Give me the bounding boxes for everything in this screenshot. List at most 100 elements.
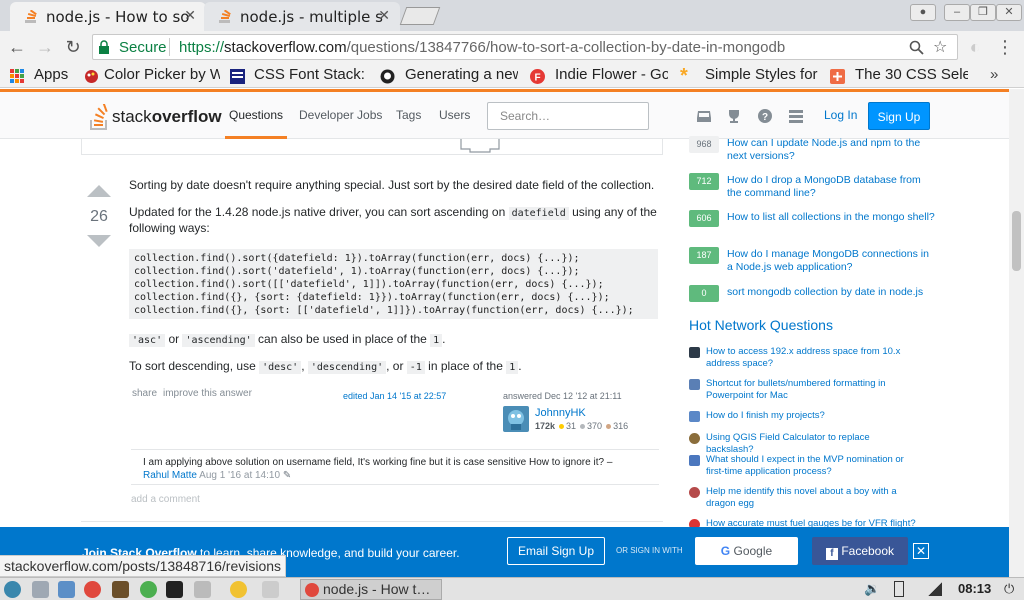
avatar[interactable] xyxy=(503,406,529,432)
maximize-window-icon[interactable]: ❐ xyxy=(970,4,996,21)
silver-badge-icon xyxy=(580,424,586,429)
google-signin-button[interactable]: G Google xyxy=(695,537,798,565)
comment-divider xyxy=(131,449,659,450)
app-launcher-icon[interactable] xyxy=(140,581,157,598)
back-arrow-icon[interactable]: ← xyxy=(6,36,28,58)
comment-divider xyxy=(131,484,659,485)
login-link[interactable]: Log In xyxy=(824,108,857,122)
nav-questions[interactable]: Questions xyxy=(225,92,288,139)
zoom-icon[interactable] xyxy=(909,40,925,56)
window-icon[interactable] xyxy=(194,581,211,598)
bookmark-apps[interactable]: Apps xyxy=(10,66,80,86)
hnq-link[interactable]: How do I finish my projects? xyxy=(706,410,916,422)
bookmark-github[interactable]: Generating a new xyxy=(380,66,518,86)
plus-square-icon xyxy=(830,69,845,84)
achievements-trophy-icon[interactable] xyxy=(726,108,742,124)
reputation: 172k 31 370 316 xyxy=(535,421,628,431)
so-logo-text[interactable]: stackoverflow xyxy=(112,107,222,127)
hnq-link[interactable]: Using QGIS Field Calculator to replace b… xyxy=(706,432,916,456)
bronze-count: 316 xyxy=(613,421,629,431)
battery-icon[interactable] xyxy=(894,581,904,597)
search-input[interactable]: Search… xyxy=(487,102,649,130)
close-banner-icon[interactable]: ✕ xyxy=(913,543,929,559)
gold-count: 31 xyxy=(566,421,577,431)
bookmark-simple-styles[interactable]: * Simple Styles for xyxy=(680,66,818,86)
signup-button[interactable]: Sign Up xyxy=(868,102,930,130)
edited-link[interactable]: edited Jan 14 '15 at 22:57 xyxy=(343,391,446,401)
vote-down-arrow-icon[interactable] xyxy=(87,235,111,247)
tab-inactive[interactable]: node.js - multiple s ✕ xyxy=(204,2,400,31)
profile-icon[interactable]: ● xyxy=(910,4,936,21)
reload-icon[interactable]: ↻ xyxy=(62,36,84,58)
file-manager-icon[interactable] xyxy=(58,581,75,598)
code-line: collection.find({}, {sort: [['datefield'… xyxy=(134,305,634,316)
comment-date: Aug 1 '16 at 14:10 xyxy=(199,470,281,481)
url-text[interactable]: https://stackoverflow.com/questions/1384… xyxy=(179,39,785,56)
related-vote-badge: 0 xyxy=(689,285,719,302)
forward-arrow-icon[interactable]: → xyxy=(34,36,56,58)
bookmark-label: Generating a new xyxy=(405,66,518,83)
bookmark-color-picker[interactable]: Color Picker by W xyxy=(84,66,220,86)
bookmark-css-font-stack[interactable]: CSS Font Stack: W xyxy=(230,66,368,86)
start-menu-icon[interactable] xyxy=(4,581,21,598)
edit-pencil-icon: ✎ xyxy=(282,470,292,481)
address-bar[interactable]: Secure https://stackoverflow.com/questio… xyxy=(92,34,958,60)
inbox-icon[interactable] xyxy=(696,108,712,124)
power-icon[interactable]: ⏻ xyxy=(1004,581,1014,597)
taskbar-active-window[interactable]: node.js - How t… xyxy=(300,579,442,600)
new-tab-button[interactable] xyxy=(399,7,441,25)
bookmark-indie-flower[interactable]: F Indie Flower - Go xyxy=(530,66,668,86)
volume-icon[interactable]: 🔉 xyxy=(864,581,880,597)
github-icon xyxy=(380,69,395,84)
email-signup-button[interactable]: Email Sign Up xyxy=(507,537,605,565)
google-g-icon: G xyxy=(720,544,731,558)
tab-active[interactable]: node.js - How to so ✕ xyxy=(10,2,206,31)
related-question-link[interactable]: How do I drop a MongoDB database from th… xyxy=(727,174,937,200)
hnq-link[interactable]: Help me identify this novel about a boy … xyxy=(706,486,916,510)
bookmark-label: Simple Styles for xyxy=(705,66,818,83)
site-switcher-icon[interactable] xyxy=(788,108,804,124)
more-bookmarks-chevron-icon[interactable]: » xyxy=(990,66,998,83)
page-scrollbar[interactable] xyxy=(1009,89,1024,577)
bookmark-css-selectors[interactable]: The 30 CSS Selec xyxy=(830,66,968,86)
close-tab-icon[interactable]: ✕ xyxy=(184,8,196,24)
facebook-signin-button[interactable]: f Facebook xyxy=(812,537,908,565)
nav-users[interactable]: Users xyxy=(435,92,474,139)
hnq-link[interactable]: How to access 192.x address space from 1… xyxy=(706,346,916,370)
chrome-launcher-icon[interactable] xyxy=(84,581,101,598)
hnq-link[interactable]: Shortcut for bullets/numbered formatting… xyxy=(706,378,916,402)
hnq-link[interactable]: What should I expect in the MVP nominati… xyxy=(706,454,916,478)
help-icon[interactable]: ? xyxy=(757,108,773,124)
related-question-link[interactable]: How do I manage MongoDB connections in a… xyxy=(727,248,937,274)
nav-developer-jobs[interactable]: Developer Jobs xyxy=(295,92,386,139)
os-taskbar: node.js - How t… 🔉 08:13 ⏻ xyxy=(0,577,1024,600)
related-question-link[interactable]: sort mongodb collection by date in node.… xyxy=(727,286,937,299)
bookmark-star-icon[interactable]: ☆ xyxy=(933,37,947,57)
gold-badge-icon xyxy=(559,424,565,429)
text-editor-icon[interactable] xyxy=(112,581,129,598)
menu-icon[interactable]: ⋮ xyxy=(994,36,1016,58)
related-question-link[interactable]: How can I update Node.js and npm to the … xyxy=(727,137,937,163)
task-icon[interactable] xyxy=(262,581,279,598)
answer-paragraph-2: Updated for the 1.4.28 node.js native dr… xyxy=(129,205,659,236)
code-decoration-icon xyxy=(460,139,500,153)
scrollbar-thumb[interactable] xyxy=(1012,211,1021,271)
related-question-link[interactable]: How to list all collections in the mongo… xyxy=(727,211,937,224)
network-signal-icon[interactable] xyxy=(928,582,942,596)
logo-bold: overflow xyxy=(151,107,222,126)
vote-up-arrow-icon[interactable] xyxy=(87,185,111,197)
nav-tags[interactable]: Tags xyxy=(392,92,425,139)
share-link[interactable]: share xyxy=(132,388,157,399)
answer-author[interactable]: JohnnyHK xyxy=(535,407,586,419)
minimize-window-icon[interactable]: – xyxy=(944,4,970,21)
close-tab-icon[interactable]: ✕ xyxy=(378,8,390,24)
terminal-icon[interactable] xyxy=(166,581,183,598)
comment-user[interactable]: Rahul Matte xyxy=(143,470,197,481)
improve-answer-link[interactable]: improve this answer xyxy=(163,388,252,399)
stackoverflow-logo-icon[interactable] xyxy=(90,104,110,130)
close-window-icon[interactable]: ✕ xyxy=(996,4,1022,21)
extension-icon[interactable]: ◐ xyxy=(964,36,986,58)
show-desktop-icon[interactable] xyxy=(32,581,49,598)
chrome-window-icon[interactable] xyxy=(230,581,247,598)
add-comment-link[interactable]: add a comment xyxy=(131,494,200,505)
